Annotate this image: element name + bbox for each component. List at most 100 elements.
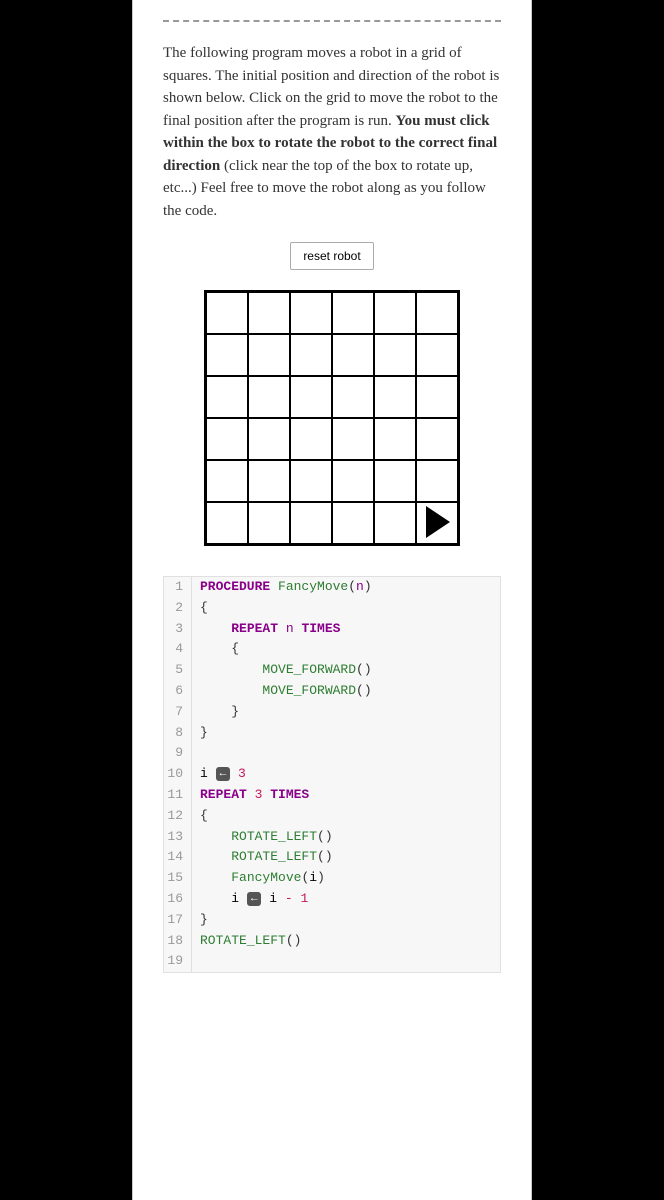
line-content: i ← i - 1 [192,889,308,910]
grid-cell[interactable] [206,334,248,376]
code-line: 2{ [164,598,500,619]
code-line: 7 } [164,702,500,723]
line-content: } [192,702,239,723]
grid-cell[interactable] [248,460,290,502]
grid-cell[interactable] [416,460,458,502]
grid-cell[interactable] [332,334,374,376]
grid-cell[interactable] [290,376,332,418]
grid-cell[interactable] [206,418,248,460]
code-line: 5 MOVE_FORWARD() [164,660,500,681]
code-block: 1PROCEDURE FancyMove(n)2{3 REPEAT n TIME… [163,576,501,973]
grid-cell[interactable] [374,376,416,418]
grid-cell[interactable] [248,334,290,376]
reset-container: reset robot [163,242,501,270]
line-number: 4 [164,639,192,660]
grid-cell[interactable] [290,334,332,376]
grid-cell[interactable] [332,460,374,502]
reset-robot-button[interactable]: reset robot [290,242,373,270]
robot-icon [426,506,450,538]
grid-cell[interactable] [374,292,416,334]
grid-cell[interactable] [248,502,290,544]
grid-cell[interactable] [374,418,416,460]
line-number: 7 [164,702,192,723]
line-number: 19 [164,951,192,972]
grid-cell[interactable] [374,334,416,376]
line-content: REPEAT 3 TIMES [192,785,309,806]
grid-cell[interactable] [290,460,332,502]
line-content: } [192,723,208,744]
code-line: 16 i ← i - 1 [164,889,500,910]
grid-cell[interactable] [248,292,290,334]
line-content: ROTATE_LEFT() [192,931,301,952]
grid-cell[interactable] [416,292,458,334]
code-line: 6 MOVE_FORWARD() [164,681,500,702]
code-line: 10i ← 3 [164,764,500,785]
code-line: 12{ [164,806,500,827]
grid-container [163,290,501,546]
line-content: { [192,598,208,619]
code-line: 1PROCEDURE FancyMove(n) [164,577,500,598]
line-content: MOVE_FORWARD() [192,660,372,681]
grid-cell[interactable] [416,334,458,376]
line-number: 2 [164,598,192,619]
code-line: 17} [164,910,500,931]
line-content: REPEAT n TIMES [192,619,340,640]
line-number: 5 [164,660,192,681]
grid-cell[interactable] [290,292,332,334]
line-number: 14 [164,847,192,868]
line-content: MOVE_FORWARD() [192,681,372,702]
line-content: { [192,639,239,660]
code-line: 18ROTATE_LEFT() [164,931,500,952]
assign-arrow-icon: ← [247,892,262,906]
grid-cell[interactable] [332,292,374,334]
code-line: 3 REPEAT n TIMES [164,619,500,640]
line-number: 6 [164,681,192,702]
grid-cell[interactable] [206,460,248,502]
line-number: 15 [164,868,192,889]
code-line: 8} [164,723,500,744]
line-content: PROCEDURE FancyMove(n) [192,577,372,598]
line-number: 9 [164,743,192,764]
grid-cell[interactable] [290,502,332,544]
assign-arrow-icon: ← [216,767,231,781]
code-line: 19 [164,951,500,972]
grid-cell[interactable] [248,376,290,418]
line-content: FancyMove(i) [192,868,325,889]
grid-cell[interactable] [290,418,332,460]
line-content: { [192,806,208,827]
code-line: 14 ROTATE_LEFT() [164,847,500,868]
grid-cell[interactable] [416,376,458,418]
line-content: ROTATE_LEFT() [192,827,333,848]
grid-cell[interactable] [374,502,416,544]
line-number: 13 [164,827,192,848]
line-number: 8 [164,723,192,744]
line-number: 18 [164,931,192,952]
grid-cell[interactable] [332,418,374,460]
code-line: 11REPEAT 3 TIMES [164,785,500,806]
line-content: ROTATE_LEFT() [192,847,333,868]
grid-cell[interactable] [374,460,416,502]
code-line: 15 FancyMove(i) [164,868,500,889]
line-number: 12 [164,806,192,827]
grid-cell[interactable] [248,418,290,460]
grid-cell[interactable] [332,502,374,544]
line-content: } [192,910,208,931]
line-number: 1 [164,577,192,598]
line-content: i ← 3 [192,764,246,785]
code-line: 13 ROTATE_LEFT() [164,827,500,848]
grid-cell[interactable] [416,418,458,460]
problem-description: The following program moves a robot in a… [163,42,501,222]
section-divider [163,20,501,22]
page-content: The following program moves a robot in a… [132,0,532,1200]
line-number: 16 [164,889,192,910]
line-number: 11 [164,785,192,806]
line-number: 3 [164,619,192,640]
robot-grid[interactable] [204,290,460,546]
grid-cell[interactable] [332,376,374,418]
grid-cell[interactable] [206,502,248,544]
code-line: 9 [164,743,500,764]
line-number: 10 [164,764,192,785]
grid-cell[interactable] [206,292,248,334]
grid-cell[interactable] [206,376,248,418]
line-number: 17 [164,910,192,931]
